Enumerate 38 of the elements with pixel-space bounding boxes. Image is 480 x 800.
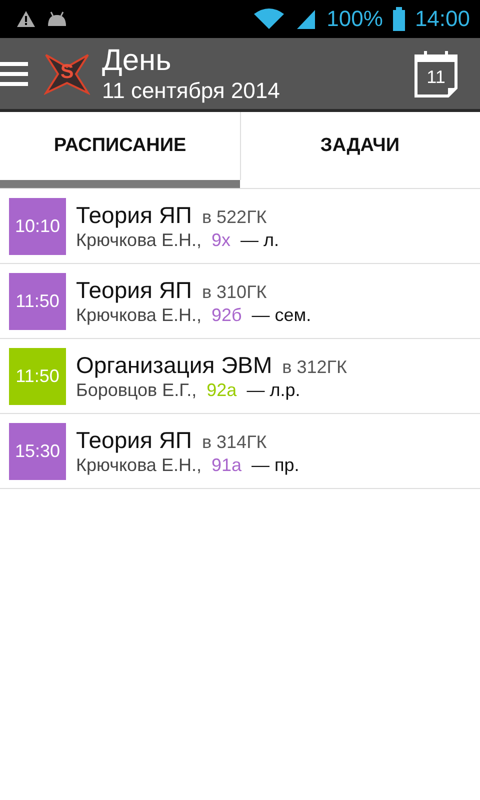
teacher-name: Крючкова Е.Н., bbox=[76, 454, 202, 476]
room-label: в 312ГК bbox=[282, 357, 347, 378]
subject-name: Теория ЯП bbox=[76, 276, 192, 304]
time-block: 11:50 bbox=[9, 348, 66, 404]
warning-icon bbox=[16, 10, 36, 28]
lesson-type: — пр. bbox=[252, 455, 300, 476]
group-label: 91а bbox=[211, 455, 242, 476]
room-label: в 522ГК bbox=[202, 207, 267, 228]
menu-icon[interactable] bbox=[0, 60, 28, 88]
lesson-type: — л.р. bbox=[246, 380, 300, 401]
time-block: 15:30 bbox=[9, 422, 66, 480]
signal-icon bbox=[294, 8, 317, 30]
group-label: 92б bbox=[211, 305, 242, 326]
group-label: 92а bbox=[206, 380, 237, 401]
subject-name: Организация ЭВМ bbox=[76, 351, 272, 379]
group-label: 9х bbox=[211, 230, 230, 251]
battery-percent: 100% bbox=[326, 6, 383, 32]
time-block: 10:10 bbox=[9, 198, 66, 254]
room-label: в 310ГК bbox=[202, 282, 267, 303]
subject-name: Теория ЯП bbox=[76, 426, 192, 454]
wifi-icon bbox=[252, 8, 285, 30]
lesson-row[interactable]: 15:30 Теория ЯП в 314ГК Крючкова Е.Н., 91а — пр. bbox=[0, 414, 480, 489]
lesson-row[interactable]: 11:50 Организация ЭВМ в 312ГК Боровцов Е.Г., 92а — л.р. bbox=[0, 339, 480, 414]
date-subtitle: 11 сентября 2014 bbox=[102, 78, 281, 104]
clock: 14:00 bbox=[414, 6, 470, 32]
lesson-row[interactable]: 10:10 Теория ЯП в 522ГК Крючкова Е.Н., 9х — л. bbox=[0, 189, 480, 264]
android-icon bbox=[46, 11, 68, 27]
teacher-name: Крючкова Е.Н., bbox=[76, 229, 202, 251]
teacher-name: Боровцов Е.Г., bbox=[76, 379, 197, 401]
lesson-row[interactable]: 11:50 Теория ЯП в 310ГК Крючкова Е.Н., 92б — сем. bbox=[0, 264, 480, 339]
lesson-type: — л. bbox=[240, 230, 279, 251]
room-label: в 314ГК bbox=[202, 432, 267, 453]
screen-title: День bbox=[102, 44, 172, 78]
battery-icon bbox=[392, 7, 405, 31]
teacher-name: Крючкова Е.Н., bbox=[76, 304, 202, 326]
subject-name: Теория ЯП bbox=[76, 201, 192, 229]
time-block: 11:50 bbox=[9, 272, 66, 330]
lesson-type: — сем. bbox=[252, 305, 312, 326]
